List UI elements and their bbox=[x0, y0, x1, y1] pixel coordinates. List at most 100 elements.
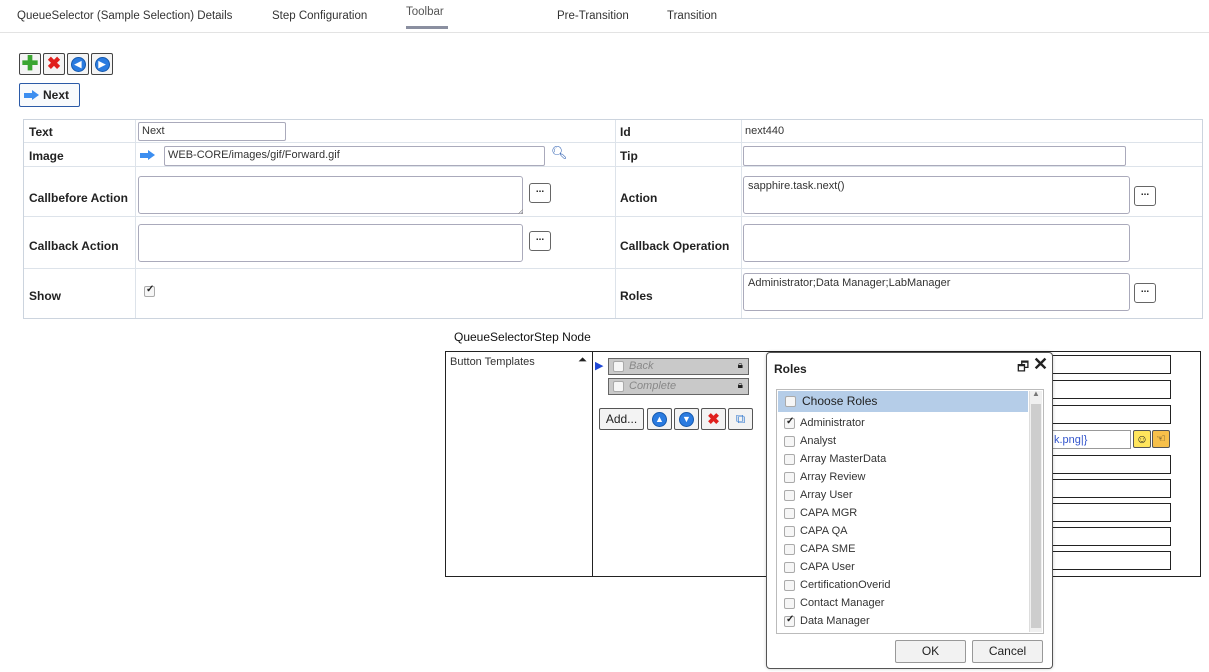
button-templates-panel: Button Templates ⏶ bbox=[445, 351, 593, 577]
show-label: Show bbox=[29, 289, 61, 303]
callbefore-action-picker-button[interactable]: ... bbox=[529, 183, 551, 203]
ok-button[interactable]: OK bbox=[895, 640, 966, 663]
next-preview-button[interactable]: Next bbox=[19, 83, 80, 107]
tab-step-configuration[interactable]: Step Configuration bbox=[272, 10, 367, 22]
smiley-icon[interactable]: ☺ bbox=[1133, 430, 1151, 448]
role-label: Array MasterData bbox=[800, 453, 887, 465]
role-checkbox[interactable] bbox=[784, 471, 795, 483]
role-checkbox[interactable] bbox=[784, 561, 795, 573]
roles-picker-button[interactable]: ... bbox=[1134, 283, 1156, 303]
x-icon: ✖ bbox=[707, 411, 720, 428]
add-button[interactable]: ✚ bbox=[19, 53, 41, 75]
restore-window-icon[interactable]: 🗗︎ bbox=[1017, 358, 1029, 380]
image-field[interactable]: WEB-CORE/images/gif/Forward.gif bbox=[164, 146, 545, 166]
pointing-hand-icon[interactable]: ☜ bbox=[1152, 430, 1170, 448]
role-checkbox[interactable] bbox=[784, 416, 795, 429]
move-right-button[interactable]: ▶ bbox=[91, 53, 113, 75]
button-templates-label: Button Templates bbox=[450, 356, 535, 368]
role-option[interactable]: CAPA SME bbox=[784, 543, 855, 555]
search-icon[interactable]: 🔍︎ bbox=[551, 145, 568, 161]
close-icon[interactable]: ✕ bbox=[1033, 354, 1048, 375]
tip-field[interactable] bbox=[743, 146, 1126, 166]
role-option[interactable]: CAPA MGR bbox=[784, 507, 857, 519]
action-picker-button[interactable]: ... bbox=[1134, 186, 1156, 206]
plus-icon: ✚ bbox=[21, 53, 39, 75]
move-left-button[interactable]: ◀ bbox=[67, 53, 89, 75]
role-checkbox[interactable] bbox=[784, 435, 795, 447]
text-field[interactable]: Next bbox=[138, 122, 286, 141]
role-checkbox[interactable] bbox=[784, 614, 795, 627]
role-option[interactable]: Analyst bbox=[784, 435, 836, 447]
complete-template-button[interactable]: Complete 🔒︎ bbox=[608, 378, 749, 395]
role-label: CAPA QA bbox=[800, 525, 848, 537]
role-label: CAPA User bbox=[800, 561, 855, 573]
scrollbar[interactable]: ▲ bbox=[1029, 389, 1042, 632]
arrow-right-circle-icon: ▶ bbox=[94, 56, 110, 72]
move-down-button[interactable]: ▼ bbox=[674, 408, 699, 430]
show-checkbox[interactable] bbox=[144, 284, 155, 297]
copy-template-button[interactable]: ⧉ bbox=[728, 408, 753, 430]
callback-operation-field[interactable] bbox=[743, 224, 1130, 262]
tab-transition[interactable]: Transition bbox=[667, 10, 717, 22]
scroll-up-icon[interactable]: ▲ bbox=[1032, 389, 1040, 398]
role-checkbox[interactable] bbox=[784, 453, 795, 465]
role-checkbox[interactable] bbox=[784, 543, 795, 555]
scrollbar-thumb[interactable] bbox=[1031, 404, 1041, 628]
move-up-button[interactable]: ▲ bbox=[647, 408, 672, 430]
next-preview-label: Next bbox=[43, 88, 70, 102]
id-value: next440 bbox=[745, 125, 785, 137]
id-label: Id bbox=[620, 125, 631, 139]
roles-field[interactable]: Administrator;Data Manager;LabManager bbox=[743, 273, 1130, 311]
role-option[interactable]: CertificationOverid bbox=[784, 579, 890, 591]
tab-toolbar[interactable]: Toolbar bbox=[406, 6, 444, 18]
role-checkbox[interactable] bbox=[784, 579, 795, 591]
role-checkbox[interactable] bbox=[784, 507, 795, 519]
complete-label: Complete bbox=[629, 380, 677, 392]
add-template-button[interactable]: Add... bbox=[599, 408, 644, 430]
role-checkbox[interactable] bbox=[784, 597, 795, 609]
choose-roles-header[interactable]: Choose Roles bbox=[778, 391, 1028, 412]
x-icon: ✖ bbox=[46, 54, 62, 73]
resize-grip[interactable] bbox=[517, 208, 523, 214]
select-all-checkbox[interactable] bbox=[785, 396, 796, 408]
roles-dialog: Roles 🗗︎ ✕ Choose Roles Administrator Ana… bbox=[766, 352, 1053, 669]
button-properties-table: Text Next Id next440 Image WEB-CORE/imag… bbox=[23, 119, 1203, 319]
lock-icon: 🔒︎ bbox=[737, 360, 743, 371]
dialog-title: Roles bbox=[774, 362, 807, 376]
role-checkbox[interactable] bbox=[784, 489, 795, 501]
action-field[interactable]: sapphire.task.next() bbox=[743, 176, 1130, 214]
callback-action-field[interactable] bbox=[138, 224, 523, 262]
roles-label: Roles bbox=[620, 289, 653, 303]
back-checkbox[interactable] bbox=[613, 360, 624, 372]
role-option[interactable]: Administrator bbox=[784, 416, 865, 429]
role-label: Administrator bbox=[800, 417, 865, 429]
role-option[interactable]: CAPA User bbox=[784, 561, 855, 573]
tab-details[interactable]: QueueSelector (Sample Selection) Details bbox=[17, 10, 232, 22]
remove-template-button[interactable]: ✖ bbox=[701, 408, 726, 430]
callbefore-action-field[interactable] bbox=[138, 176, 523, 214]
buttons-panel: ▶ Back 🔒︎ Complete 🔒︎ Add... ▲ ▼ ✖ ⧉ bbox=[592, 351, 770, 577]
role-option[interactable]: Array Review bbox=[784, 471, 865, 483]
role-checkbox[interactable] bbox=[784, 525, 795, 537]
back-template-button[interactable]: Back 🔒︎ bbox=[608, 358, 749, 375]
collapse-icon[interactable]: ⏶ bbox=[578, 354, 587, 367]
complete-checkbox[interactable] bbox=[613, 380, 624, 392]
text-label: Text bbox=[29, 125, 53, 139]
tab-bar: QueueSelector (Sample Selection) Details… bbox=[0, 0, 1209, 33]
role-option[interactable]: Array MasterData bbox=[784, 453, 886, 465]
roles-listbox[interactable]: Choose Roles Administrator Analyst Array M… bbox=[776, 389, 1044, 634]
role-label: CertificationOverid bbox=[800, 579, 891, 591]
callback-action-picker-button[interactable]: ... bbox=[529, 231, 551, 251]
active-tab-indicator bbox=[406, 26, 448, 29]
role-option[interactable]: Array User bbox=[784, 489, 853, 501]
tab-pre-transition[interactable]: Pre-Transition bbox=[557, 10, 629, 22]
delete-button[interactable]: ✖ bbox=[43, 53, 65, 75]
arrow-left-circle-icon: ◀ bbox=[70, 56, 86, 72]
role-label: Array Review bbox=[800, 471, 866, 483]
role-option[interactable]: CAPA QA bbox=[784, 525, 847, 537]
role-option[interactable]: Data Manager bbox=[784, 614, 870, 627]
role-label: CAPA MGR bbox=[800, 507, 858, 519]
role-option[interactable]: Contact Manager bbox=[784, 597, 884, 609]
cancel-button[interactable]: Cancel bbox=[972, 640, 1043, 663]
callback-action-label: Callback Action bbox=[29, 239, 119, 253]
